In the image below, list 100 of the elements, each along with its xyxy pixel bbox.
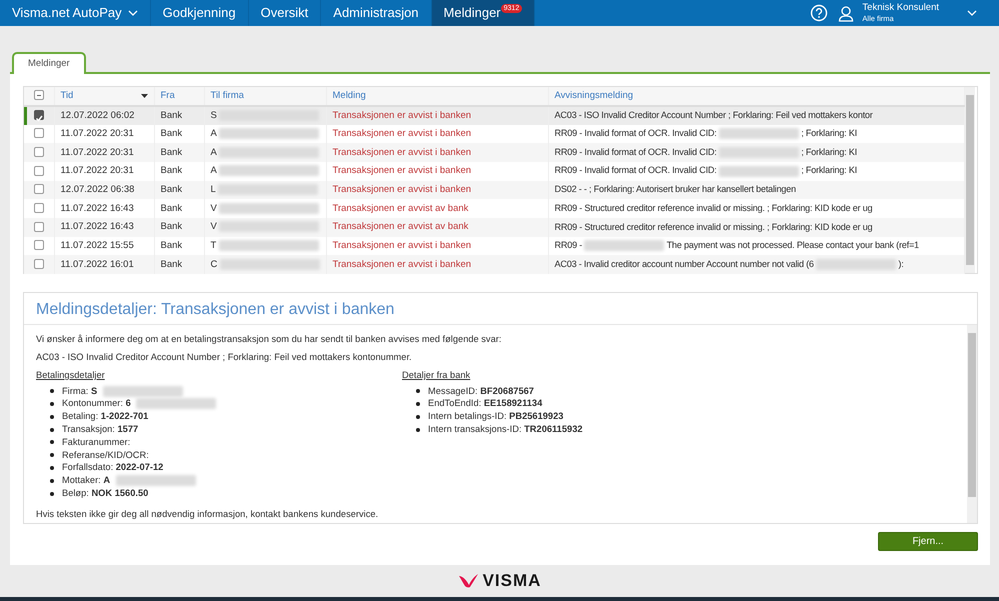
table-cell: 11.07.2022 20:31: [60, 165, 134, 176]
text: V: [210, 221, 217, 232]
text: The payment was not processed. Please contact your bank (ref=1: [666, 240, 919, 250]
row-checkbox[interactable]: [34, 166, 44, 176]
field-label: Referanse/KID/OCR:: [62, 450, 149, 460]
table-cell: Transaksjonen er avvist i banken: [332, 165, 472, 176]
remove-button[interactable]: Fjern...: [878, 532, 978, 552]
table-row[interactable]: 12.07.2022 06:38 Bank L Transaksjonen er avvist i banken DS02 - - ; Forklaring: Autorisert bruker har kansellert betalingen: [24, 180, 964, 200]
logo-swoosh-icon: [458, 572, 479, 588]
table-cell: Bank: [160, 184, 182, 195]
bullet-icon: [50, 466, 54, 470]
column-header[interactable]: Avvisningsmelding: [554, 90, 634, 101]
field-label: Kontonummer:: [62, 398, 123, 408]
scrollbar[interactable]: [964, 87, 974, 274]
user-name: Teknisk Konsulent: [862, 2, 939, 14]
reason-text: AC03 - ISO Invalid Creditor Account Number ; Forklaring: Feil ved mottakers kontonummer.: [36, 351, 413, 364]
text: A: [210, 165, 216, 176]
table-cell: Transaksjonen er avvist i banken: [332, 146, 472, 158]
text: NOK 1560.50: [91, 488, 148, 498]
row-checkbox[interactable]: [34, 222, 44, 232]
field-label: Betaling:: [62, 411, 98, 422]
bullet-icon: [416, 414, 420, 419]
text: AC03 - Invalid creditor account number Account number not valid (6: [554, 258, 814, 269]
bullet-icon: [416, 428, 420, 432]
intro-text: Vi ønsker å informere deg om at en betalingstransaksjon som du har sendt til banken avvises med følgende svar:: [36, 333, 502, 346]
bullet-icon: [50, 414, 54, 419]
row-checkbox[interactable]: [34, 240, 44, 250]
tab[interactable]: Meldinger: [12, 52, 86, 74]
table-cell: 11.07.2022 16:43: [60, 221, 134, 232]
row-checkbox[interactable]: [34, 110, 44, 120]
field-label: Forfallsdato:: [62, 462, 114, 472]
text: 1577: [117, 424, 138, 434]
text: EE158921134: [484, 398, 542, 408]
table-cell: Transaksjonen er avvist av bank: [332, 202, 468, 214]
text: ):: [898, 258, 904, 269]
row-checkbox[interactable]: [34, 203, 44, 214]
table-row[interactable]: 11.07.2022 20:31 Bank A Transaksjonen er avvist i banken RR09 - Invalid format of OCR. Invalid CID: ; Forklaring: KI: [24, 143, 964, 162]
table-row[interactable]: 12.07.2022 06:02 Bank S Transaksjonen er avvist i banken AC03 - ISO Invalid Creditor Account Number ; Forklaring: Feil ved mottakers kontor: [24, 106, 964, 125]
text: DS02 - - ; Forklaring: Autorisert bruker har kansellert betalingen: [554, 184, 796, 194]
column-header[interactable]: Til firma: [210, 90, 244, 101]
bullet-icon: [50, 428, 54, 432]
row-checkbox[interactable]: [34, 184, 44, 194]
table-cell: Transaksjonen er avvist i banken: [332, 128, 472, 139]
user-menu-caret-icon[interactable]: [967, 9, 977, 17]
field-label: Intern transaksjons-ID:: [428, 424, 522, 434]
text: A: [103, 475, 110, 486]
table-cell: Bank: [160, 258, 182, 270]
text: TR206115932: [524, 424, 583, 434]
field-label: Firma:: [62, 386, 88, 396]
table-cell: Bank: [160, 128, 182, 139]
row-checkbox[interactable]: [34, 128, 44, 138]
table-cell: 12.07.2022 06:38: [60, 184, 134, 195]
text: A: [210, 128, 216, 139]
text: BF20687567: [480, 386, 534, 396]
text: 6: [126, 398, 131, 408]
details-title: Meldingsdetaljer: Transaksjonen er avvist i banken: [24, 293, 977, 326]
field-label: Mottaker:: [62, 475, 101, 486]
table-cell: Transaksjonen er avvist i banken: [332, 184, 472, 195]
table-cell: Bank: [160, 221, 182, 232]
row-checkbox[interactable]: [34, 147, 44, 158]
bullet-icon: [416, 402, 420, 406]
row-checkbox[interactable]: [34, 259, 44, 270]
text: C: [210, 258, 218, 270]
text: V: [210, 202, 217, 214]
column-header[interactable]: Fra: [160, 90, 175, 101]
table-cell: Transaksjonen er avvist i banken: [332, 258, 472, 270]
footer-text: Hvis teksten ikke gir deg all nødvendig informasjon, kontakt bankens kundeservice.: [36, 508, 380, 521]
table-cell: Transaksjonen er avvist av bank: [332, 221, 468, 232]
table-cell: 11.07.2022 20:31: [60, 146, 134, 158]
text: RR09 - Invalid format of OCR. Invalid CID:: [554, 165, 717, 176]
caret-icon: [128, 9, 138, 17]
column-header[interactable]: Tid: [60, 90, 74, 101]
nav-tab[interactable]: Godkjenning: [150, 0, 249, 26]
select-all-checkbox[interactable]: [34, 90, 44, 100]
bullet-icon: [50, 389, 54, 394]
text: AC03 - ISO Invalid Creditor Account Number ; Forklaring: Feil ved mottakers kontor: [554, 110, 873, 120]
table-row[interactable]: 11.07.2022 16:01 Bank C Transaksjonen er avvist i banken AC03 - Invalid creditor account number Account number not valid (6 ):: [24, 255, 964, 274]
logo-text: VISMA: [482, 570, 542, 592]
text: A: [210, 146, 216, 158]
field-label: Beløp:: [62, 488, 89, 498]
bullet-icon: [50, 440, 54, 444]
nav-tab[interactable]: Oversikt: [248, 0, 322, 26]
table-cell: Transaksjonen er avvist i banken: [332, 240, 472, 251]
section-heading: Detaljer fra bank: [402, 368, 472, 382]
field-label: Transaksjon:: [62, 424, 115, 434]
table-row[interactable]: 11.07.2022 16:43 Bank V Transaksjonen er avvist av bank RR09 - Structured creditor reference invalid or missing. ; Forklaring: KID kode er ug: [24, 218, 964, 237]
scrollbar[interactable]: [967, 325, 977, 524]
text: 1-2022-701: [100, 411, 148, 422]
table-cell: Transaksjonen er avvist i banken: [332, 110, 472, 121]
column-header[interactable]: Melding: [332, 90, 366, 101]
text: ; Forklaring: KI: [801, 146, 857, 157]
app-menu-button[interactable]: Visma.net AutoPay: [0, 0, 151, 26]
bullet-icon: [50, 453, 54, 458]
table-cell: Bank: [160, 165, 182, 176]
field-label: Fakturanummer:: [62, 436, 130, 447]
help-icon[interactable]: [810, 4, 828, 22]
text: RR09 - Invalid format of OCR. Invalid CID:: [554, 146, 717, 157]
table-cell: Bank: [160, 240, 182, 251]
text: ; Forklaring: KI: [801, 165, 857, 176]
table-cell: 11.07.2022 20:31: [60, 128, 134, 139]
